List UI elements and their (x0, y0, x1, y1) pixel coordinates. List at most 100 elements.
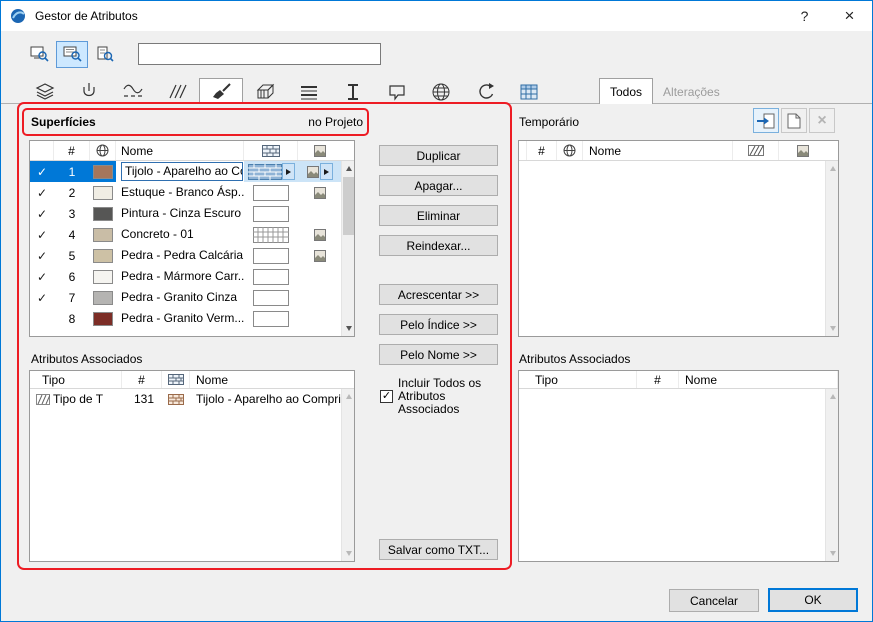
new-item-button[interactable] (781, 108, 807, 133)
ok-button[interactable]: OK (768, 588, 858, 612)
scroll-up-arrow-icon[interactable] (342, 161, 354, 176)
left-assoc-scrollbar[interactable] (341, 389, 354, 561)
row-name[interactable]: Pedra - Mármore Carr... (121, 269, 244, 283)
scroll-up-arrow-icon[interactable] (826, 389, 838, 404)
tab-fill-types[interactable] (155, 80, 199, 104)
view-by-screen-button[interactable] (23, 41, 55, 68)
by-index-button[interactable]: Pelo Índice >> (379, 314, 498, 335)
surfaces-scrollbar[interactable] (341, 161, 354, 336)
table-row[interactable]: ✓ 6 Pedra - Mármore Carr... (30, 266, 354, 287)
search-input[interactable] (138, 43, 381, 65)
scroll-up-arrow-icon[interactable] (342, 389, 354, 404)
row-checkmark[interactable]: ✓ (37, 291, 47, 305)
surface-color-swatch[interactable] (93, 164, 113, 179)
table-row[interactable]: ✓ 7 Pedra - Granito Cinza (30, 287, 354, 308)
surface-color-swatch[interactable] (93, 227, 113, 242)
row-name[interactable]: Pintura - Cinza Escuro (121, 206, 241, 220)
save-as-txt-button[interactable]: Salvar como TXT... (379, 539, 498, 560)
fill-preview-brick[interactable] (247, 163, 282, 180)
tab-operation-profiles[interactable] (463, 80, 507, 104)
fill-preview[interactable] (253, 289, 289, 306)
fill-preview[interactable] (253, 205, 289, 222)
append-button[interactable]: Acrescentar >> (379, 284, 498, 305)
surface-color-swatch[interactable] (93, 248, 113, 263)
tab-line-types[interactable] (111, 80, 155, 104)
texture-icon (313, 186, 326, 199)
cancel-button[interactable]: Cancelar (669, 589, 759, 612)
fill-preview[interactable] (253, 247, 289, 264)
surface-color-swatch[interactable] (93, 185, 113, 200)
tab-alteracoes[interactable]: Alterações (653, 80, 730, 104)
close-button[interactable]: × (827, 1, 872, 31)
duplicate-button[interactable]: Duplicar (379, 145, 498, 166)
table-row[interactable]: ✓ 4 Concreto - 01 (30, 224, 354, 245)
window-title: Gestor de Atributos (35, 9, 138, 23)
texture-dropdown-button[interactable] (319, 163, 333, 180)
view-by-list-button[interactable] (56, 40, 88, 68)
fill-preview-grid[interactable] (253, 226, 289, 243)
fill-preview[interactable] (253, 310, 289, 327)
row-number: 1 (68, 164, 76, 179)
row-checkmark[interactable]: ✓ (37, 186, 47, 200)
delete-button[interactable]: Apagar... (379, 175, 498, 196)
row-checkmark[interactable]: ✓ (37, 228, 47, 242)
help-button[interactable]: ? (782, 1, 827, 31)
tab-zone-stamps[interactable] (375, 80, 419, 104)
row-number: 2 (68, 185, 76, 200)
surface-color-swatch[interactable] (93, 290, 113, 305)
import-attributes-button[interactable] (753, 108, 779, 133)
row-name[interactable]: Pedra - Granito Verm... (121, 311, 244, 325)
scroll-down-arrow-icon[interactable] (342, 321, 354, 336)
row-checkmark[interactable]: ✓ (37, 165, 47, 179)
search-filter-button[interactable] (91, 41, 119, 68)
row-name[interactable]: Pedra - Granito Cinza (121, 290, 237, 304)
tab-profiles[interactable] (331, 80, 375, 104)
fill-preview[interactable] (253, 268, 289, 285)
right-assoc-scrollbar[interactable] (825, 389, 838, 561)
row-checkmark[interactable]: ✓ (37, 249, 47, 263)
surface-color-swatch[interactable] (93, 206, 113, 221)
reindex-button[interactable]: Reindexar... (379, 235, 498, 256)
scrollbar-thumb[interactable] (343, 177, 354, 235)
eliminate-button[interactable]: Eliminar (379, 205, 498, 226)
tab-schedules[interactable] (507, 80, 551, 104)
tab-composites[interactable] (243, 80, 287, 104)
table-row[interactable]: ✓ 5 Pedra - Pedra Calcária... (30, 245, 354, 266)
tab-hatching[interactable] (287, 80, 331, 104)
tab-surfaces[interactable] (199, 78, 243, 104)
col-name: Nome (121, 143, 154, 158)
row-checkmark[interactable]: ✓ (37, 270, 47, 284)
table-row[interactable]: 8 Pedra - Granito Verm... (30, 308, 354, 329)
row-name[interactable]: Pedra - Pedra Calcária... (121, 248, 244, 262)
row-checkmark[interactable]: ✓ (37, 207, 47, 221)
titlebar[interactable]: Gestor de Atributos ? × (1, 1, 872, 31)
tab-layers[interactable] (23, 80, 67, 104)
by-name-button[interactable]: Pelo Nome >> (379, 344, 498, 365)
col-name: Nome (589, 143, 622, 158)
surface-color-swatch[interactable] (93, 311, 113, 326)
surface-color-swatch[interactable] (93, 269, 113, 284)
layers-icon (34, 82, 56, 102)
assoc-row[interactable]: Tipo de T 131 Tijolo - Aparelho ao Compr… (30, 389, 354, 409)
table-row[interactable]: ✓ 3 Pintura - Cinza Escuro (30, 203, 354, 224)
scroll-down-arrow-icon[interactable] (826, 546, 838, 561)
tab-todos[interactable]: Todos (599, 78, 654, 104)
table-row[interactable]: ✓ 2 Estuque - Branco Ásp... (30, 182, 354, 203)
table-row[interactable]: ✓ 1 Tijolo - Aparelho ao Cc (30, 161, 354, 182)
delete-temp-button[interactable]: × (809, 108, 835, 133)
scroll-down-arrow-icon[interactable] (342, 546, 354, 561)
row-name-edit[interactable]: Tijolo - Aparelho ao Cc (121, 162, 243, 181)
hatch-pattern-icon (747, 145, 764, 156)
checkbox[interactable]: ✓ (380, 390, 393, 403)
row-name[interactable]: Estuque - Branco Ásp... (121, 185, 244, 199)
fill-preview[interactable] (253, 184, 289, 201)
include-associated-checkbox-row[interactable]: ✓ Incluir Todos os Atributos Associados (380, 377, 498, 416)
tab-cities[interactable] (419, 80, 463, 104)
temp-scrollbar[interactable] (825, 161, 838, 336)
surfaces-table: # Nome ✓ 1 Tijolo - Aparelho ao Cc ✓ 2 E… (29, 140, 355, 337)
tab-pens[interactable] (67, 80, 111, 104)
row-name[interactable]: Concreto - 01 (121, 227, 194, 241)
fill-preview-dropdown-button[interactable] (281, 163, 295, 180)
scroll-down-arrow-icon[interactable] (826, 321, 838, 336)
scroll-up-arrow-icon[interactable] (826, 161, 838, 176)
